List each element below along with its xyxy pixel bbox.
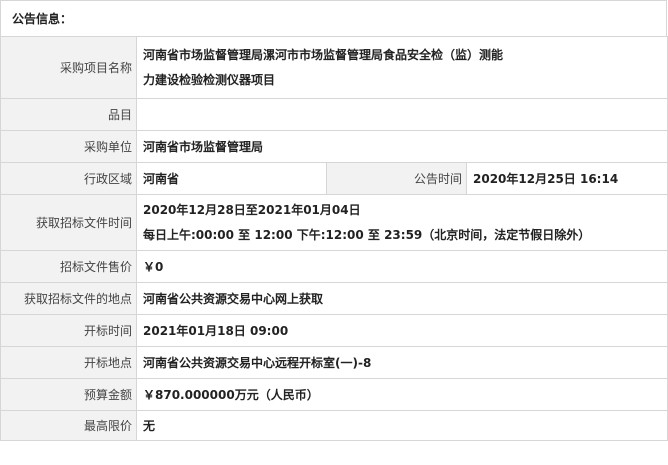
region-value: 河南省	[136, 162, 327, 195]
row-purchaser: 采购单位 河南省市场监督管理局	[0, 130, 668, 163]
row-item: 品目	[0, 98, 668, 131]
purchaser-label: 采购单位	[0, 130, 137, 163]
row-region: 行政区域 河南省 公告时间 2020年12月25日 16:14	[0, 162, 668, 195]
project-name-value: 河南省市场监督管理局漯河市市场监督管理局食品安全检（监）测能 力建设检验检测仪器…	[135, 36, 668, 99]
publish-time-value: 2020年12月25日 16:14	[465, 162, 668, 195]
max-price-value: 无	[135, 410, 668, 441]
item-value	[135, 98, 668, 131]
open-time-value: 2021年01月18日 09:00	[135, 314, 668, 347]
doc-time-value: 2020年12月28日至2021年01月04日 每日上午:00:00 至 12:…	[135, 194, 668, 251]
doc-price-label: 招标文件售价	[0, 250, 137, 283]
section-title: 公告信息：	[0, 0, 667, 36]
row-doc-place: 获取招标文件的地点 河南省公共资源交易中心网上获取	[0, 282, 668, 315]
open-place-value: 河南省公共资源交易中心远程开标室(一)-8	[135, 346, 668, 379]
doc-place-label: 获取招标文件的地点	[0, 282, 137, 315]
doc-time-label: 获取招标文件时间	[0, 194, 137, 251]
project-name-line2: 力建设检验检测仪器项目	[143, 72, 276, 87]
row-open-time: 开标时间 2021年01月18日 09:00	[0, 314, 668, 347]
row-project-name: 采购项目名称 河南省市场监督管理局漯河市市场监督管理局食品安全检（监）测能 力建…	[0, 36, 668, 99]
row-max-price: 最高限价 无	[0, 410, 668, 441]
doc-place-value: 河南省公共资源交易中心网上获取	[135, 282, 668, 315]
row-open-place: 开标地点 河南省公共资源交易中心远程开标室(一)-8	[0, 346, 668, 379]
open-time-label: 开标时间	[0, 314, 137, 347]
publish-time-label: 公告时间	[326, 162, 467, 195]
budget-value: ￥870.000000万元（人民币）	[135, 378, 668, 411]
max-price-label: 最高限价	[0, 410, 137, 441]
project-name-line1: 河南省市场监督管理局漯河市市场监督管理局食品安全检（监）测能	[143, 47, 504, 62]
doc-time-line1: 2020年12月28日至2021年01月04日	[143, 202, 361, 217]
item-label: 品目	[0, 98, 137, 131]
doc-time-line2: 每日上午:00:00 至 12:00 下午:12:00 至 23:59（北京时间…	[143, 227, 591, 242]
doc-price-value: ￥0	[135, 250, 668, 283]
purchaser-value: 河南省市场监督管理局	[135, 130, 668, 163]
row-doc-price: 招标文件售价 ￥0	[0, 250, 668, 283]
row-budget: 预算金额 ￥870.000000万元（人民币）	[0, 378, 668, 411]
open-place-label: 开标地点	[0, 346, 137, 379]
budget-label: 预算金额	[0, 378, 137, 411]
row-doc-time: 获取招标文件时间 2020年12月28日至2021年01月04日 每日上午:00…	[0, 194, 668, 251]
announcement-table: 采购项目名称 河南省市场监督管理局漯河市市场监督管理局食品安全检（监）测能 力建…	[0, 36, 668, 441]
project-name-label: 采购项目名称	[0, 36, 137, 99]
announcement-info-panel: 公告信息： 采购项目名称 河南省市场监督管理局漯河市市场监督管理局食品安全检（监…	[0, 0, 668, 465]
region-label: 行政区域	[0, 162, 137, 195]
